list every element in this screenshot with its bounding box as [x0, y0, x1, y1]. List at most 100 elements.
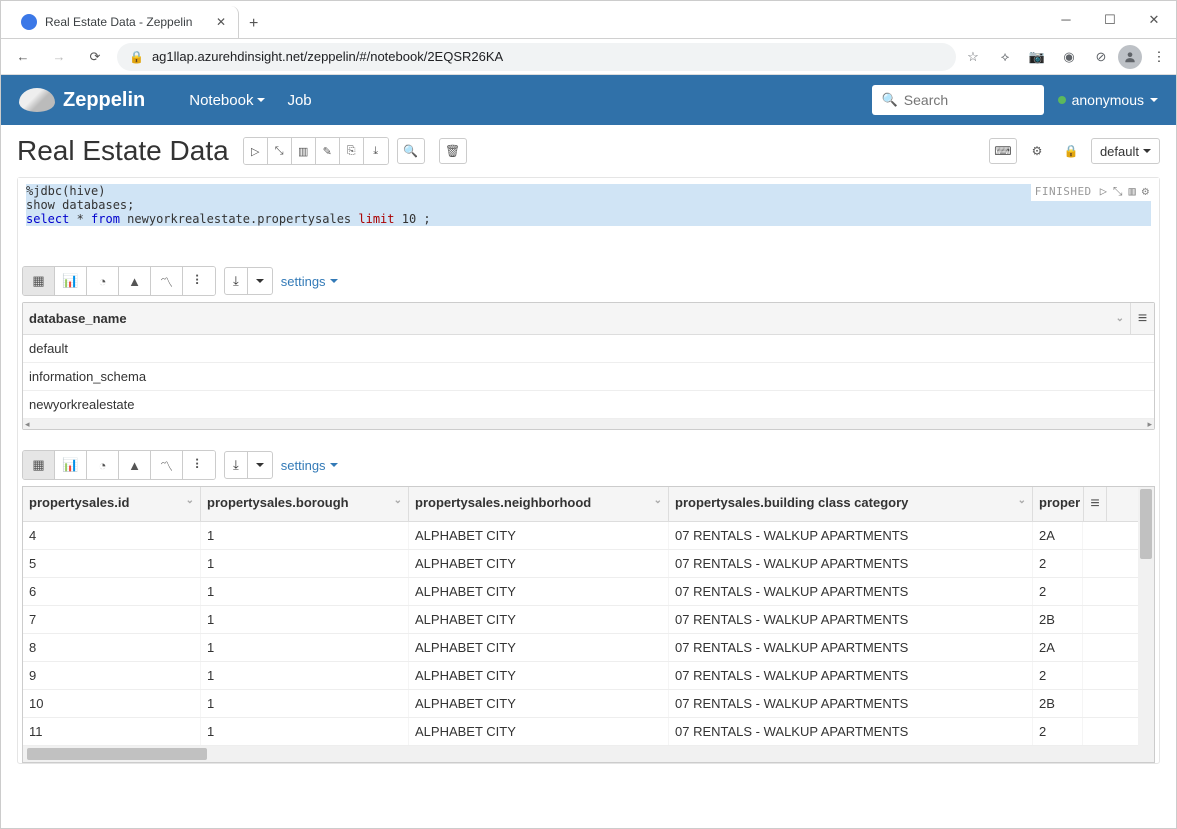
mode-dropdown[interactable]: default [1091, 138, 1160, 164]
code-editor[interactable]: %jdbc(hive) show databases; select * fro… [18, 178, 1159, 260]
viz-area-button[interactable]: ▲ [119, 451, 151, 479]
keyboard-shortcuts-button[interactable]: ⌨ [989, 138, 1017, 164]
export-note-button[interactable]: ⤓ [364, 138, 388, 164]
forward-button[interactable]: → [45, 43, 73, 71]
new-tab-button[interactable]: + [239, 9, 268, 38]
table-row[interactable]: 81ALPHABET CITY07 RENTALS - WALKUP APART… [23, 634, 1154, 662]
viz-pie-button[interactable]: ◔ [87, 267, 119, 295]
table-row[interactable]: 71ALPHABET CITY07 RENTALS - WALKUP APART… [23, 606, 1154, 634]
col-header-building-class[interactable]: propertysales.building class category⌄ [669, 487, 1033, 521]
paragraph-settings-icon[interactable]: ⚙ [1142, 184, 1149, 199]
settings-link[interactable]: settings [281, 458, 338, 473]
zeppelin-brand[interactable]: Zeppelin [19, 88, 145, 112]
caret-down-icon [256, 463, 264, 467]
search-box[interactable]: 🔍 [872, 85, 1044, 115]
col-header-neighborhood[interactable]: propertysales.neighborhood⌄ [409, 487, 669, 521]
table-menu-icon[interactable]: ≡ [1083, 487, 1107, 521]
scrollbar-thumb[interactable] [1140, 489, 1152, 559]
camera-icon[interactable]: 📷 [1028, 48, 1046, 66]
cell: 7 [23, 606, 201, 633]
interpreter-binding-button[interactable]: ⚙ [1023, 138, 1051, 164]
note-toolbar: Real Estate Data ▷ ⤡ ▥ ✎ ⎘ ⤓ 🔍 🗑 ⌨ ⚙ 🔒 d… [1, 125, 1176, 177]
table-row[interactable]: newyorkrealestate [23, 391, 1154, 419]
sort-icon[interactable]: ⌄ [1018, 495, 1026, 506]
viz-table-button[interactable]: ▦ [23, 451, 55, 479]
col-header-database-name[interactable]: database_name ⌄ [23, 303, 1130, 334]
sort-icon[interactable]: ⌄ [654, 495, 662, 506]
more-icon[interactable]: ⋮ [1150, 48, 1168, 66]
url-input[interactable]: 🔒 ag1llap.azurehdinsight.net/zeppelin/#/… [117, 43, 956, 71]
delete-note-button[interactable]: 🗑 [439, 138, 467, 164]
cast-icon[interactable]: ⟡ [996, 48, 1014, 66]
star-icon[interactable]: ☆ [964, 48, 982, 66]
download-result-button[interactable]: ⤓ [224, 451, 273, 479]
show-hide-output-button[interactable]: ▥ [292, 138, 316, 164]
settings-link[interactable]: settings [281, 274, 338, 289]
no-entry-icon[interactable]: ⊘ [1092, 48, 1110, 66]
paragraph: %jdbc(hive) show databases; select * fro… [17, 177, 1160, 764]
download-result-button[interactable]: ⤓ [224, 267, 273, 295]
col-header-extra[interactable]: proper [1033, 487, 1083, 521]
nav-job[interactable]: Job [287, 92, 311, 109]
viz-area-button[interactable]: ▲ [119, 267, 151, 295]
search-input[interactable] [904, 92, 1034, 108]
reload-button[interactable]: ⟳ [81, 43, 109, 71]
viz-table-button[interactable]: ▦ [23, 267, 55, 295]
cell: ALPHABET CITY [409, 522, 669, 549]
viz-bar-button[interactable]: 📊 [55, 451, 87, 479]
back-button[interactable]: ← [9, 43, 37, 71]
permissions-button[interactable]: 🔒 [1057, 138, 1085, 164]
table-row[interactable]: 51ALPHABET CITY07 RENTALS - WALKUP APART… [23, 550, 1154, 578]
user-menu[interactable]: anonymous [1058, 92, 1158, 108]
cell: 07 RENTALS - WALKUP APARTMENTS [669, 718, 1033, 745]
sort-icon[interactable]: ⌄ [394, 495, 402, 506]
sort-icon[interactable]: ⌄ [186, 495, 194, 506]
clone-note-button[interactable]: ⎘ [340, 138, 364, 164]
viz-pie-button[interactable]: ◔ [87, 451, 119, 479]
favicon [21, 14, 37, 30]
window-close-icon[interactable]: ✕ [1132, 1, 1176, 38]
horizontal-scrollbar[interactable] [23, 746, 1154, 762]
viz-line-button[interactable]: 〽 [151, 267, 183, 295]
table-row[interactable]: 111ALPHABET CITY07 RENTALS - WALKUP APAR… [23, 718, 1154, 746]
col-header-id[interactable]: propertysales.id⌄ [23, 487, 201, 521]
table-row[interactable]: 101ALPHABET CITY07 RENTALS - WALKUP APAR… [23, 690, 1154, 718]
hide-output-icon[interactable]: ▥ [1129, 184, 1136, 199]
hscroll-indicator: ◂▸ [23, 419, 1154, 429]
run-paragraph-icon[interactable]: ▷ [1100, 184, 1107, 199]
show-hide-code-button[interactable]: ⤡ [268, 138, 292, 164]
cell: 07 RENTALS - WALKUP APARTMENTS [669, 550, 1033, 577]
cell: 10 [23, 690, 201, 717]
sort-icon[interactable]: ⌄ [1116, 313, 1124, 324]
table-row[interactable]: 61ALPHABET CITY07 RENTALS - WALKUP APART… [23, 578, 1154, 606]
address-bar: ← → ⟳ 🔒 ag1llap.azurehdinsight.net/zeppe… [1, 39, 1176, 75]
run-all-button[interactable]: ▷ [244, 138, 268, 164]
table-menu-icon[interactable]: ≡ [1130, 303, 1154, 334]
cell: 2B [1033, 606, 1083, 633]
hide-editor-icon[interactable]: ⤡ [1113, 184, 1123, 199]
tab-close-icon[interactable]: ✕ [216, 15, 226, 29]
lock-icon: 🔒 [129, 50, 144, 64]
cell-database-name: default [23, 335, 1154, 362]
viz-line-button[interactable]: 〽 [151, 451, 183, 479]
viz-scatter-button[interactable]: ⠇ [183, 267, 215, 295]
window-minimize-icon[interactable]: ─ [1044, 1, 1088, 38]
window-maximize-icon[interactable]: ☐ [1088, 1, 1132, 38]
notebook-title[interactable]: Real Estate Data [17, 135, 229, 167]
browser-tab[interactable]: Real Estate Data - Zeppelin ✕ [9, 6, 239, 38]
vertical-scrollbar[interactable] [1138, 487, 1154, 746]
viz-scatter-button[interactable]: ⠇ [183, 451, 215, 479]
viz-bar-button[interactable]: 📊 [55, 267, 87, 295]
caret-down-icon [1143, 149, 1151, 153]
table-row[interactable]: information_schema [23, 363, 1154, 391]
clear-output-button[interactable]: ✎ [316, 138, 340, 164]
col-header-borough[interactable]: propertysales.borough⌄ [201, 487, 409, 521]
table-row[interactable]: default [23, 335, 1154, 363]
record-icon[interactable]: ◉ [1060, 48, 1078, 66]
nav-notebook[interactable]: Notebook [189, 92, 265, 109]
search-code-button[interactable]: 🔍 [397, 138, 425, 164]
scrollbar-thumb[interactable] [27, 748, 207, 760]
table-row[interactable]: 91ALPHABET CITY07 RENTALS - WALKUP APART… [23, 662, 1154, 690]
profile-avatar[interactable] [1118, 45, 1142, 69]
table-row[interactable]: 41ALPHABET CITY07 RENTALS - WALKUP APART… [23, 522, 1154, 550]
